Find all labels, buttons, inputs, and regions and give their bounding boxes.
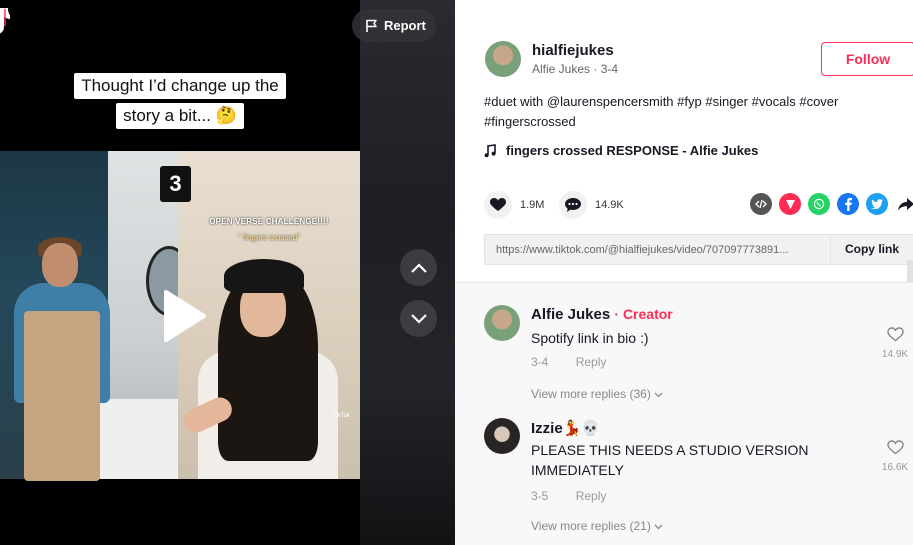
phone-bubble-icon [813,198,825,210]
reply-button[interactable]: Reply [576,489,607,503]
facebook-f-icon [845,197,852,211]
comment-date: 3-4 [531,355,549,369]
play-icon[interactable] [160,288,208,344]
person-overalls [24,311,100,481]
tiktok-logo-icon [0,8,10,34]
comment-like-button[interactable]: 14.9K [880,327,910,360]
code-glyph-icon [755,199,767,209]
like-count: 1.9M [520,199,545,211]
view-more-replies-label: View more replies (21) [531,519,651,533]
tiktok-watermark: TikTok [332,413,350,419]
author-username[interactable]: hialfiejukes [532,42,614,59]
facebook-icon[interactable] [837,193,859,215]
video-description: #duet with @laurenspencersmith #fyp #sin… [484,92,894,132]
hashtag-link[interactable]: #fingerscrossed [484,114,576,129]
comment-meta: 3-4 Reply [531,355,606,369]
commenter-username: Alfie Jukes [531,306,611,323]
caption-line: story a bit... 🤔 [116,103,244,129]
video-panel: Thought I’d change up the story a bit...… [0,0,455,545]
copy-link-button[interactable]: Copy link [830,235,913,264]
embed-icon[interactable] [750,193,772,215]
music-title: fingers crossed RESPONSE - Alfie Jukes [506,143,759,158]
comment-like-count: 14.9K [881,349,909,360]
countdown-badge: 3 [160,166,191,202]
comment-text: PLEASE THIS NEEDS A STUDIO VERSION IMMED… [531,442,809,478]
commenter-name[interactable]: Izzie💃💀 [531,419,600,437]
share-arrow-icon[interactable] [895,193,913,215]
flag-icon [366,19,377,32]
video-caption: Thought I’d change up the story a bit...… [0,73,360,133]
mention-link[interactable]: @laurenspencersmith [547,94,674,109]
video-player[interactable]: Thought I’d change up the story a bit...… [0,0,360,545]
twitter-icon[interactable] [866,193,888,215]
creator-badge: · Creator [614,306,673,322]
post-date: 3-4 [600,62,619,76]
whatsapp-icon[interactable] [808,193,830,215]
info-panel: hialfiejukes Alfie Jukes · 3-4 Follow #d… [455,0,913,545]
comment-icon-circle [559,191,587,219]
commenter-avatar[interactable] [484,418,520,454]
report-label: Report [384,18,426,33]
twitter-bird-icon [871,199,883,209]
report-button[interactable]: Report [352,9,436,42]
hashtag-link[interactable]: #fyp [677,94,702,109]
view-more-replies[interactable]: View more replies (36) [531,387,663,401]
caption-line: Thought I’d change up the [74,73,286,99]
like-icon-circle [484,191,512,219]
hashtag-link[interactable]: #vocals [752,94,796,109]
comment-like-button[interactable]: 16.6K [880,440,910,473]
challenge-title: OPEN VERSE CHALLENGE!!!! [209,217,329,226]
challenge-subtitle: " fingers crossed" [237,233,301,242]
video-scene-left [0,151,192,481]
commenter-name[interactable]: Alfie Jukes · Creator [531,306,673,323]
heart-icon [490,198,506,211]
comment-text: Spotify link in bio :) [531,330,649,346]
comment-meta: 3-5 Reply [531,489,606,503]
author-nickname: Alfie Jukes [532,62,591,76]
author-avatar[interactable] [485,41,521,77]
comment-like-count: 16.6K [881,462,909,473]
hashtag-link[interactable]: #cover [799,94,838,109]
send-to-friends-icon[interactable] [779,193,801,215]
forward-arrow-icon [898,197,913,210]
hashtag-link[interactable]: #singer [705,94,748,109]
chevron-up-icon [410,262,427,273]
heart-outline-icon [886,440,904,455]
chevron-down-icon [654,392,663,398]
author-nickname-date: Alfie Jukes · 3-4 [532,62,618,76]
view-more-replies-label: View more replies (36) [531,387,651,401]
like-button[interactable]: 1.9M [484,191,544,219]
next-video-button[interactable] [400,300,437,337]
sink [98,399,178,479]
comment-icon [565,198,581,212]
comments-list: Alfie Jukes · Creator Spotify link in bi… [455,282,913,545]
music-note-icon [484,143,496,157]
hashtag-link[interactable]: #duet [484,94,517,109]
comment-count: 14.9K [595,199,624,211]
chevron-down-icon [410,313,427,324]
copy-link-box: https://www.tiktok.com/@hialfiejukes/vid… [484,234,913,265]
previous-video-button[interactable] [400,249,437,286]
singer-hat [224,259,304,293]
heart-outline-icon [886,327,904,342]
commenter-avatar[interactable] [484,305,520,341]
person-head [42,243,78,287]
separator-dot: · [593,62,601,76]
paper-plane-icon [785,199,795,209]
chevron-down-icon [654,524,663,530]
view-more-replies[interactable]: View more replies (21) [531,519,663,533]
reply-button[interactable]: Reply [576,355,607,369]
comment-date: 3-5 [531,489,549,503]
comment-button[interactable]: 14.9K [559,191,624,219]
video-url[interactable]: https://www.tiktok.com/@hialfiejukes/vid… [485,244,830,256]
description-text: with [516,94,547,109]
music-link[interactable]: fingers crossed RESPONSE - Alfie Jukes [484,143,758,158]
follow-button[interactable]: Follow [821,42,913,76]
commenter-username: Izzie💃💀 [531,420,601,437]
